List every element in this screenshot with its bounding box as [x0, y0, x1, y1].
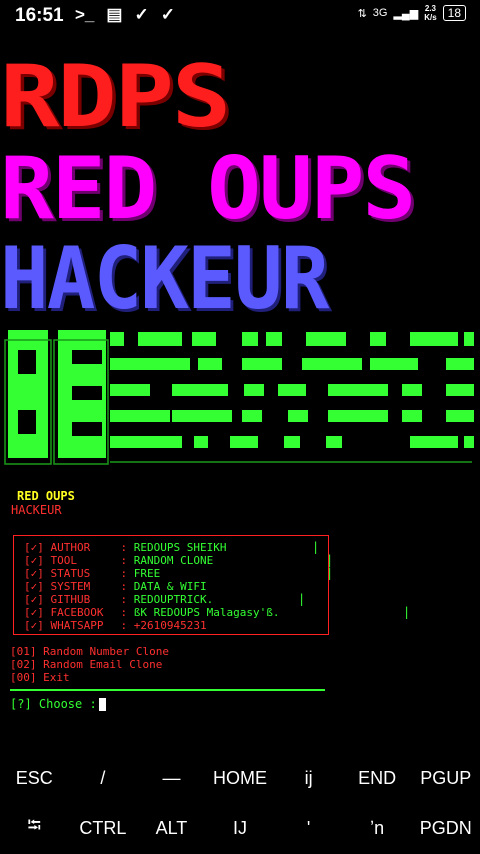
network-type: 3G [372, 7, 388, 19]
terminal-icon: >_ [75, 5, 95, 24]
tagline-title: RED OUPS [17, 489, 75, 503]
download-done-icon: ✓ [134, 5, 149, 24]
key-alt[interactable]: ALT [137, 818, 206, 839]
notification-icons: >_ ▤ ✓ ✓ [75, 5, 175, 25]
key-end[interactable]: END [343, 768, 412, 789]
extra-keys-row-1: ESC / — HOME ij END PGUP [0, 753, 480, 803]
menu-option-2: [02] Random Email Clone [10, 658, 163, 671]
choose-prompt[interactable]: [?] Choose : [10, 697, 106, 711]
data-transfer-icon: ⇅ [357, 7, 367, 20]
signal-icon: ▂▄▆ [393, 7, 419, 20]
download-done-icon: ✓ [160, 5, 175, 24]
tagline-subtitle: HACKEUR [11, 503, 62, 517]
key-pgdn[interactable]: PGDN [411, 818, 480, 839]
status-bar: 16:51 >_ ▤ ✓ ✓ ⇅ 3G ▂▄▆ 2.3 K/s 18 [0, 0, 480, 32]
key-right[interactable]: ʼn [343, 818, 412, 839]
banner-line-3: HACKEUR [0, 229, 329, 329]
divider [10, 689, 325, 691]
banner-line-1: RDPS [0, 47, 231, 147]
banner-line-2: RED OUPS [0, 139, 416, 239]
info-row: [✓] FACEBOOK: ßK REDOUPS Malagasy'ß. [24, 606, 280, 619]
info-row: [✓] GITHUB: REDOUPTRICK. [24, 593, 214, 606]
menu-option-1: [01] Random Number Clone [10, 645, 169, 658]
key-home[interactable]: HOME [206, 768, 275, 789]
key-ctrl[interactable]: CTRL [69, 818, 138, 839]
box-edge: | [326, 566, 334, 580]
box-edge: | [403, 605, 411, 619]
news-icon: ▤ [106, 5, 123, 24]
extra-keys-row-2: ⭾ CTRL ALT IJ ʹ ʼn PGDN [0, 803, 480, 853]
key-down[interactable]: ʹ [274, 818, 343, 839]
key-up[interactable]: ij [274, 768, 343, 789]
network-speed: 2.3 K/s [424, 4, 437, 22]
box-edge: | [326, 553, 334, 567]
box-edge: | [312, 540, 320, 554]
info-row: [✓] SYSTEM: DATA & WIFI [24, 580, 207, 593]
info-row: [✓] AUTHOR: REDOUPS SHEIKH [24, 541, 227, 554]
system-icons: ⇅ 3G ▂▄▆ 2.3 K/s 18 [358, 4, 466, 22]
info-row: [✓] TOOL: RANDOM CLONE [24, 554, 214, 567]
key-slash[interactable]: / [69, 768, 138, 789]
text-cursor [98, 698, 106, 711]
key-left[interactable]: IJ [206, 818, 275, 839]
clock: 16:51 [15, 5, 64, 26]
green-ascii-art [4, 330, 474, 465]
key-pgup[interactable]: PGUP [411, 768, 480, 789]
menu-option-exit: [00] Exit [10, 671, 70, 684]
key-tab[interactable]: ⭾ [0, 813, 69, 843]
info-row: [✓] STATUS: FREE [24, 567, 161, 580]
key-dash[interactable]: — [137, 768, 206, 789]
battery-icon: 18 [442, 5, 466, 21]
info-row: [✓] WHATSAPP: +2610945231 [24, 619, 207, 632]
box-edge: | [298, 592, 306, 606]
key-esc[interactable]: ESC [0, 768, 69, 789]
